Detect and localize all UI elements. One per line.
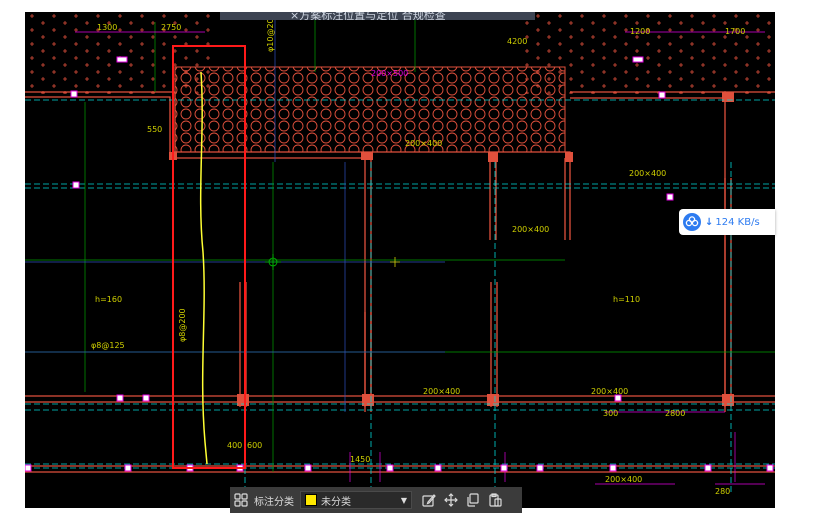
dim-600: 600 — [247, 441, 262, 450]
annotation-category-label: 标注分类 — [254, 496, 294, 508]
annotation-category-select[interactable]: 未分类 ▼ — [300, 491, 412, 509]
grid-icon[interactable] — [230, 489, 252, 511]
download-speed-text: 124 KB/s — [715, 216, 760, 228]
rebar-phi8-200: φ8@200 — [178, 308, 187, 342]
edit-icon[interactable] — [418, 489, 440, 511]
move-icon[interactable] — [440, 489, 462, 511]
window-title: ×方案标注位置与定位 合规检查 — [290, 12, 446, 20]
beam-label-e: 200×400 — [591, 387, 628, 396]
dim-1200: 1200 — [630, 27, 650, 36]
beam-label-c: 200×400 — [512, 225, 549, 234]
axis-lines — [25, 99, 775, 492]
download-arrow-icon: ↓ — [705, 216, 714, 228]
annotation-toolbar: 标注分类 未分类 ▼ — [230, 487, 522, 513]
cloud-app-icon — [683, 213, 701, 231]
beam-label-f: 200×400 — [605, 475, 642, 484]
rebar-phi8-125: φ8@125 — [91, 341, 125, 350]
dim-1300: 1300 — [97, 23, 117, 32]
slab-note: 200×500 — [371, 69, 408, 78]
dim-280: 280 — [715, 487, 730, 496]
slab-hex-region — [175, 67, 565, 152]
cursor-marker — [390, 257, 400, 267]
cad-drawing-canvas[interactable]: 1300 2750 1200 1700 4200 200×500 200×400… — [25, 12, 775, 508]
category-color-swatch — [305, 494, 317, 506]
beam-label-d: 200×400 — [423, 387, 460, 396]
chevron-down-icon: ▼ — [400, 495, 407, 505]
beam-label-a: 200×400 — [405, 139, 442, 148]
dim-4200: 4200 — [507, 37, 527, 46]
dim-550: 550 — [147, 125, 162, 134]
dim-300: 300 — [603, 409, 618, 418]
beam-label-b: 200×400 — [629, 169, 666, 178]
slab-h110: h=110 — [613, 295, 640, 304]
slab-h160: h=160 — [95, 295, 122, 304]
copy-icon[interactable] — [462, 489, 484, 511]
download-speed-badge[interactable]: ↓ 124 KB/s — [679, 209, 775, 235]
paste-icon[interactable] — [484, 489, 506, 511]
dim-1700: 1700 — [725, 27, 745, 36]
dim-400: 400 — [227, 441, 242, 450]
dim-1450: 1450 — [350, 455, 370, 464]
floor-plan-drawing: 1300 2750 1200 1700 4200 200×500 200×400… — [25, 12, 775, 496]
dim-2800: 2800 — [665, 409, 685, 418]
dim-2750: 2750 — [161, 23, 181, 32]
window-title-bar: ×方案标注位置与定位 合规检查 — [220, 12, 535, 20]
category-select-value: 未分类 — [321, 496, 351, 508]
crosshair-marker — [265, 254, 281, 270]
